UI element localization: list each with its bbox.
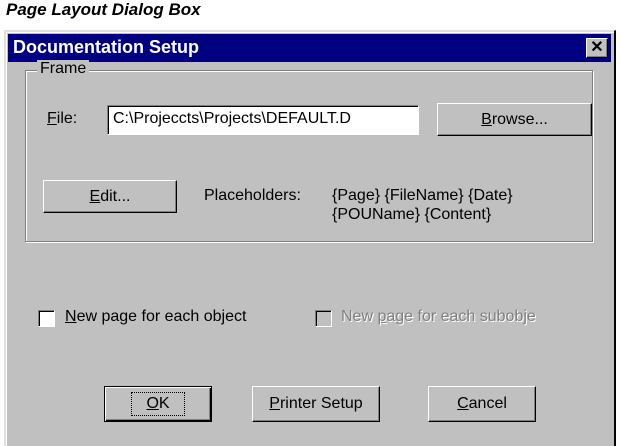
new-page-subobject-label: New page for each subobje [341,308,536,325]
browse-button[interactable]: Browse... [437,103,592,136]
placeholders-label: Placeholders: [204,187,301,204]
file-label: File: [47,110,78,127]
title-bar[interactable]: Documentation Setup ✕ [8,34,611,62]
ok-button[interactable]: OK [104,386,212,422]
close-button[interactable]: ✕ [586,38,608,58]
dialog-title: Documentation Setup [13,37,200,57]
close-icon: ✕ [590,39,604,56]
figure-caption: Page Layout Dialog Box [6,0,201,19]
printer-setup-button[interactable]: Printer Setup [252,386,380,422]
new-page-object-checkbox[interactable] [38,310,55,327]
file-path-input[interactable]: C:\Projeccts\Projects\DEFAULT.D [107,105,419,135]
browse-button-label: Browse... [481,110,548,128]
placeholders-line-2: {POUName} {Content} [332,206,492,223]
new-page-object-label[interactable]: New page for each object [65,308,246,326]
cancel-button-label: Cancel [457,395,507,412]
frame-groupbox [25,70,593,242]
ok-button-label: OK [131,392,185,416]
edit-button-label: Edit... [89,187,131,205]
placeholders-line-1: {Page} {FileName} {Date} [332,187,513,204]
printer-setup-button-label: Printer Setup [269,395,363,412]
cancel-button[interactable]: Cancel [428,386,536,422]
edit-button[interactable]: Edit... [43,180,177,213]
frame-group-label: Frame [37,60,90,78]
new-page-subobject-checkbox [315,310,332,327]
